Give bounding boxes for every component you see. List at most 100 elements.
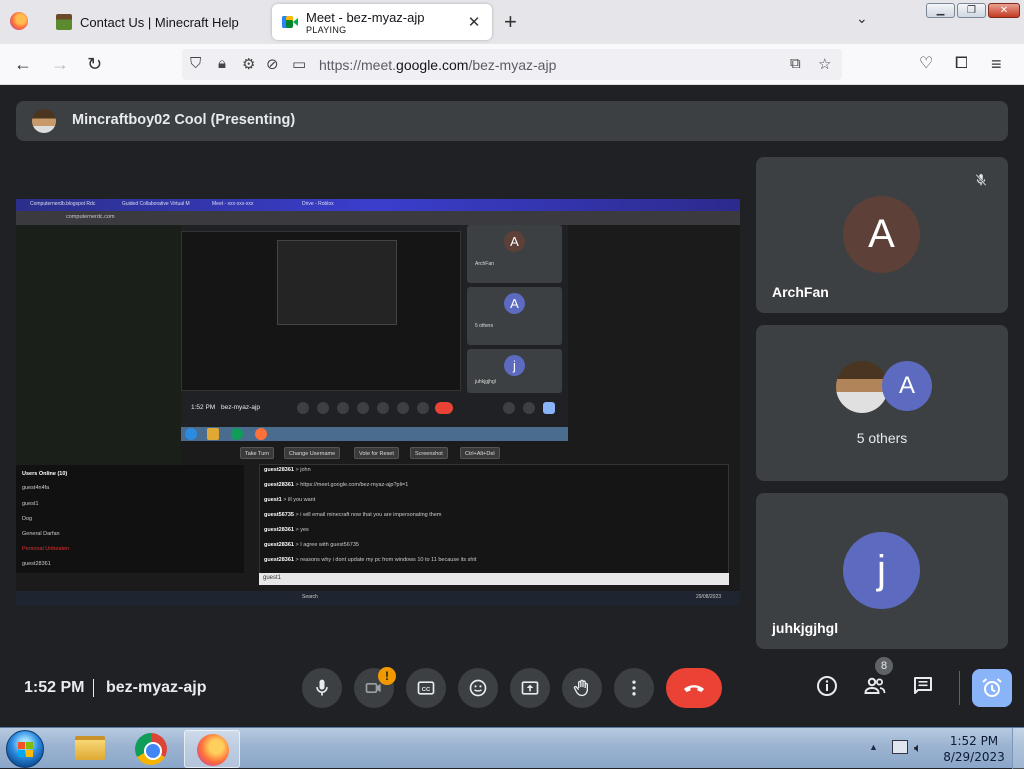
new-tab-button[interactable]: + — [504, 9, 517, 35]
presenting-banner: Mincraftboy02 Cool (Presenting) — [16, 101, 1008, 141]
list-all-tabs-chevron-icon[interactable]: ⌄ — [856, 10, 868, 27]
captions-button[interactable]: CC — [406, 668, 446, 708]
chrome-icon — [135, 733, 167, 765]
reload-icon[interactable]: ↻ — [87, 54, 102, 74]
shared-tile-juhk: j juhkjgjhgl — [467, 349, 562, 393]
shared-control-button — [337, 402, 349, 414]
reactions-button[interactable] — [458, 668, 498, 708]
forward-arrow-icon[interactable]: → — [51, 54, 69, 74]
shared-chat-user: guest56735 — [264, 512, 294, 518]
screen-share-indicator-icon[interactable]: ⧉ — [790, 55, 801, 72]
shared-tile-archfan: A ArchFan — [467, 225, 562, 283]
participant-avatar: A — [843, 196, 920, 273]
more-options-button[interactable] — [614, 668, 654, 708]
extensions-puzzle-icon[interactable]: ⧠ — [955, 54, 968, 74]
shared-control-button — [543, 402, 555, 414]
shared-firefox-icon — [255, 428, 267, 440]
taskbar-firefox[interactable] — [184, 730, 240, 768]
present-screen-button[interactable] — [510, 668, 550, 708]
shared-chat-text: yes — [300, 527, 309, 533]
shared-toolbar-button: Take Turn — [240, 447, 275, 459]
meeting-details-button[interactable] — [815, 674, 843, 702]
shared-user: Dog — [22, 516, 33, 522]
window-minimize-button[interactable]: ▁ — [926, 3, 955, 18]
participant-name: juhkjgjhgl — [772, 620, 839, 636]
mic-off-icon — [975, 174, 987, 186]
show-desktop-button[interactable] — [1012, 728, 1024, 769]
network-icon[interactable] — [892, 740, 908, 754]
windows-taskbar: ▲ 🔈︎ 1:52 PM 8/29/2023 — [0, 727, 1024, 769]
start-button[interactable] — [6, 730, 44, 768]
shared-tile-avatar: A — [504, 293, 525, 314]
info-icon — [817, 676, 837, 696]
minecraft-favicon-icon — [56, 14, 72, 30]
url-bar[interactable]: ⛉ 🔒︎ ⚙ ⊘ ▭ https://meet.google.com/bez-m… — [182, 49, 842, 80]
window-close-button[interactable]: ✕ — [988, 3, 1020, 18]
shared-users-online: Users Online (10) guest4n4fa guest1 Dog … — [16, 465, 244, 573]
shared-nested-taskbar — [181, 427, 568, 441]
shared-browser-navbar: computernerdc.com — [16, 211, 740, 225]
close-tab-icon[interactable]: ✕ — [462, 13, 486, 31]
clock-time[interactable]: 1:52 PM — [944, 734, 1004, 748]
chat-button[interactable] — [911, 674, 939, 702]
shared-control-button — [397, 402, 409, 414]
lock-icon[interactable]: 🔒︎ — [218, 55, 226, 72]
microphone-button[interactable] — [302, 668, 342, 708]
meet-call-area: Mincraftboy02 Cool (Presenting) Computer… — [0, 85, 1024, 727]
shared-chat-text: i will email minecraft now that you are … — [300, 512, 442, 518]
shared-users-header: Users Online (10) — [22, 471, 68, 477]
shared-tab-label: Guided Collaborative Virtual M — [122, 201, 190, 207]
shared-chat-user: guest28361 — [264, 467, 294, 473]
shared-meet-controls: 1:52 PM bez-myaz-ajp — [181, 395, 568, 425]
participant-tile-archfan[interactable]: A ArchFan — [756, 157, 1008, 313]
shared-toolbar-button: Change Username — [284, 447, 341, 459]
camera-warning-badge[interactable]: ! — [378, 667, 396, 685]
shared-folder-icon — [207, 428, 219, 440]
tab-strip: Contact Us | Minecraft Help Meet - bez-m… — [0, 0, 1024, 44]
bookmark-star-icon[interactable]: ☆ — [818, 55, 831, 73]
show-hidden-icons-icon[interactable]: ▲ — [869, 742, 878, 752]
shared-toolbar-button: Screenshot — [410, 447, 448, 459]
shared-toolbar-button: Ctrl+Alt+Del — [460, 447, 500, 459]
shared-chat-text: https://meet.google.com/bez-myaz-ajp?pli… — [300, 482, 409, 488]
shared-screen: Computernerdb.blogspot Rdc Guided Collab… — [16, 199, 740, 605]
taskbar-chrome[interactable] — [123, 730, 179, 768]
tab-minecraft-help[interactable]: Contact Us | Minecraft Help — [46, 4, 272, 40]
hamburger-menu-icon[interactable]: ≡ — [991, 54, 1002, 74]
shared-taskbar-search: Search — [302, 594, 318, 600]
volume-muted-icon[interactable]: 🔈︎ — [914, 740, 922, 756]
shared-chat-line: guest28361 > yes — [264, 527, 309, 533]
participant-tile-others[interactable]: A 5 others — [756, 325, 1008, 481]
folder-icon — [75, 736, 105, 760]
shared-chat-line: guest56735 > i will email minecraft now … — [264, 512, 442, 518]
shared-chat-text: ill you want — [288, 497, 316, 503]
shared-chat-line: guest28361 > john — [264, 467, 311, 473]
participant-avatar: A — [882, 361, 932, 411]
camera-blocked-icon[interactable]: ⊘ — [266, 55, 279, 73]
shared-windows-taskbar: Search 29/08/2023 — [16, 591, 740, 605]
hang-up-phone-icon — [684, 685, 704, 692]
participant-tile-juhkjgjhgl[interactable]: j juhkjgjhgl — [756, 493, 1008, 649]
shared-chat-user: guest1 — [264, 497, 282, 503]
taskbar-file-explorer[interactable] — [61, 730, 117, 768]
window-restore-button[interactable]: ❐ — [957, 3, 986, 18]
activities-button[interactable] — [972, 669, 1012, 707]
url-text[interactable]: https://meet.google.com/bez-myaz-ajp — [319, 57, 556, 73]
shared-tile-others: A 5 others — [467, 287, 562, 345]
shared-chat-user: guest28361 — [264, 527, 294, 533]
people-button[interactable] — [863, 674, 891, 702]
permissions-slider-icon[interactable]: ⚙ — [242, 55, 255, 73]
pocket-icon[interactable]: ♡ — [919, 54, 933, 74]
emoji-icon — [469, 679, 487, 697]
raise-hand-button[interactable] — [562, 668, 602, 708]
leave-call-button[interactable] — [666, 668, 722, 708]
clock-date[interactable]: 8/29/2023 — [940, 750, 1008, 764]
notification-icon[interactable]: ▭ — [292, 55, 306, 73]
back-arrow-icon[interactable]: ← — [14, 54, 32, 74]
tab-meet[interactable]: Meet - bez-myaz-ajp PLAYING ✕ — [272, 4, 492, 40]
tracking-protection-shield-icon[interactable]: ⛉ — [190, 55, 201, 72]
svg-text:CC: CC — [422, 687, 431, 693]
firefox-menu-icon[interactable] — [10, 12, 28, 30]
shared-tab-label: Meet - xxx-xxx-xxx — [212, 201, 254, 207]
shared-vm-toolbar: Take Turn Change Username Vote for Reset… — [240, 447, 510, 461]
